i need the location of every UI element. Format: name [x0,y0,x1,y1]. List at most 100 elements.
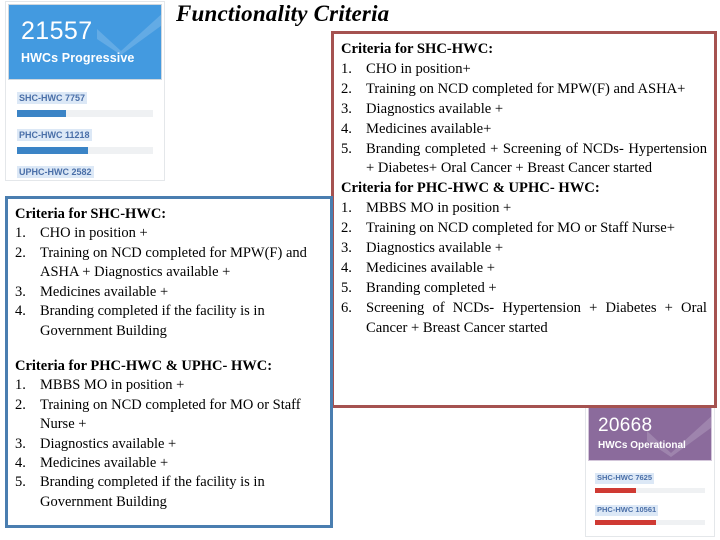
list-item-text: Medicines available + [40,455,169,472]
bar-item: SHC-HWC 7757 [17,88,153,117]
list-phc-uphc-hwc-criteria: 1. MBBS MO in position + 2. Training on … [15,376,323,512]
page-title: Functionality Criteria [176,1,390,26]
bar-label: UPHC-HWC 2582 [17,166,94,179]
list-item-number: 3. [341,240,352,257]
list-item: 1. MBBS MO in position + [341,199,707,219]
list-item: 1. MBBS MO in position + [15,376,323,395]
card-progressive-header: 21557 HWCs Progressive [8,4,162,80]
bar-label: PHC-HWC 10561 [595,505,659,516]
list-item-number: 1. [15,225,26,242]
list-item-text: Diagnostics available + [366,100,504,117]
list-item: 2. Training on NCD completed for MPW(F) … [341,80,707,100]
list-item: 5. Branding completed + [341,279,707,299]
list-item: 2. Training on NCD completed for MO or S… [341,219,707,239]
bar-item: PHC-HWC 11218 [17,125,153,154]
bar-fill [595,520,656,525]
list-item: 1. CHO in position + [15,224,323,243]
bar-label: SHC-HWC 7625 [595,473,655,484]
criteria-box-left-content: Criteria for SHC-HWC: 1. CHO in position… [8,199,330,516]
bar-fill [595,488,636,493]
list-item: 2. Training on NCD completed for MPW(F) … [15,244,323,283]
card-operational-label: HWCs Operational [598,440,686,451]
bar-fill [17,110,66,117]
heading-phc-uphc-hwc: Criteria for PHC-HWC & UPHC- HWC: [15,357,273,374]
card-operational-header: 20668 HWCs Operational [588,406,712,461]
list-item: 2. Training on NCD completed for MO or S… [15,396,323,435]
list-item-number: 2. [341,220,352,237]
slide-canvas: Functionality Criteria 21557 HWCs Progre… [0,0,720,540]
list-item-number: 3. [341,100,352,117]
list-item: 4. Medicines available+ [341,120,707,140]
list-item-text: Training on NCD completed for MO or Staf… [366,220,675,237]
list-phc-uphc-hwc-criteria: 1. MBBS MO in position + 2. Training on … [341,199,707,338]
list-item: 3. Diagnostics available + [15,435,323,454]
list-item: 1. CHO in position+ [341,60,707,80]
list-item-text: CHO in position + [40,225,148,242]
heading-shc-hwc: Criteria for SHC-HWC: [15,206,167,222]
list-item-number: 4. [15,455,26,472]
heading-phc-uphc-hwc: Criteria for PHC-HWC & UPHC- HWC: [341,180,600,197]
card-progressive-label: HWCs Progressive [21,51,135,65]
bar-track [595,520,705,525]
bar-item: PHC-HWC 10561 [595,499,705,525]
list-item-text: MBBS MO in position + [40,377,185,394]
card-progressive-value: 21557 [21,17,93,45]
list-item-number: 4. [341,259,352,276]
list-shc-hwc-criteria: 1. CHO in position+ 2. Training on NCD c… [341,60,707,179]
bar-track [17,110,153,117]
list-item-text: CHO in position+ [366,60,471,77]
list-item: 4. Branding completed if the facility is… [15,302,323,341]
card-operational-bars: SHC-HWC 7625 PHC-HWC 10561 UPHC-HWC 2482 [586,461,714,536]
list-item-text: Medicines available + [366,259,495,276]
list-item-number: 2. [341,80,352,97]
list-item-number: 4. [15,303,26,320]
list-item: 3. Diagnostics available + [341,100,707,120]
list-item: 6. Screening of NCDs- Hypertension + Dia… [341,299,707,339]
bar-item: UPHC-HWC 2482 [595,531,705,536]
list-item-number: 5. [15,474,26,491]
list-shc-hwc-criteria: 1. CHO in position + 2. Training on NCD … [15,224,323,341]
bar-item: SHC-HWC 7625 [595,467,705,493]
list-item-text: Training on NCD completed for MO or Staf… [40,396,301,433]
list-item-text: Branding completed + Screening of NCDs- … [366,140,707,177]
bar-fill [17,147,88,154]
card-operational-value: 20668 [598,415,653,436]
list-item: 5. Branding completed + Screening of NCD… [341,140,707,180]
bar-track [595,488,705,493]
card-progressive-bars: SHC-HWC 7757 PHC-HWC 11218 UPHC-HWC 2582 [6,80,164,180]
list-item-number: 4. [341,120,352,137]
criteria-box-functionality: Criteria for SHC-HWC: 1. CHO in position… [331,31,717,408]
list-item: 4. Medicines available + [15,454,323,473]
list-item-text: Medicines available + [40,283,169,300]
list-item-number: 6. [341,299,352,316]
list-item-text: Branding completed if the facility is in… [40,474,265,510]
list-item-number: 1. [341,60,352,77]
list-item-number: 1. [15,377,26,394]
criteria-box-right-content: Criteria for SHC-HWC: 1. CHO in position… [334,34,714,343]
card-hwcs-operational: 20668 HWCs Operational SHC-HWC 7625 PHC-… [585,403,715,537]
list-item: 3. Medicines available + [15,283,323,302]
list-item: 3. Diagnostics available + [341,239,707,259]
list-item-text: Diagnostics available + [366,240,504,257]
criteria-box-hwc-definition: Criteria for SHC-HWC: 1. CHO in position… [5,196,333,528]
card-hwcs-progressive: 21557 HWCs Progressive SHC-HWC 7757 PHC-… [5,1,165,181]
list-item-text: MBBS MO in position + [366,200,512,217]
list-item-number: 5. [341,140,352,157]
list-item-text: Medicines available+ [366,120,492,137]
list-item-number: 3. [15,435,26,452]
list-item-text: Diagnostics available + [40,435,177,452]
bar-label: SHC-HWC 7757 [17,92,88,105]
list-item-text: Training on NCD completed for MPW(F) and… [40,244,307,281]
list-item-text: Branding completed if the facility is in… [40,303,265,339]
bar-item: UPHC-HWC 2582 [17,162,153,180]
bar-label: PHC-HWC 11218 [17,129,92,142]
list-item-number: 5. [341,279,352,296]
list-item: 4. Medicines available + [341,259,707,279]
list-item-number: 3. [15,283,26,300]
list-item-number: 1. [341,200,352,217]
bar-track [17,147,153,154]
list-item: 5. Branding completed if the facility is… [15,473,323,512]
list-item-number: 2. [15,244,26,261]
list-item-text: Branding completed + [366,279,497,296]
